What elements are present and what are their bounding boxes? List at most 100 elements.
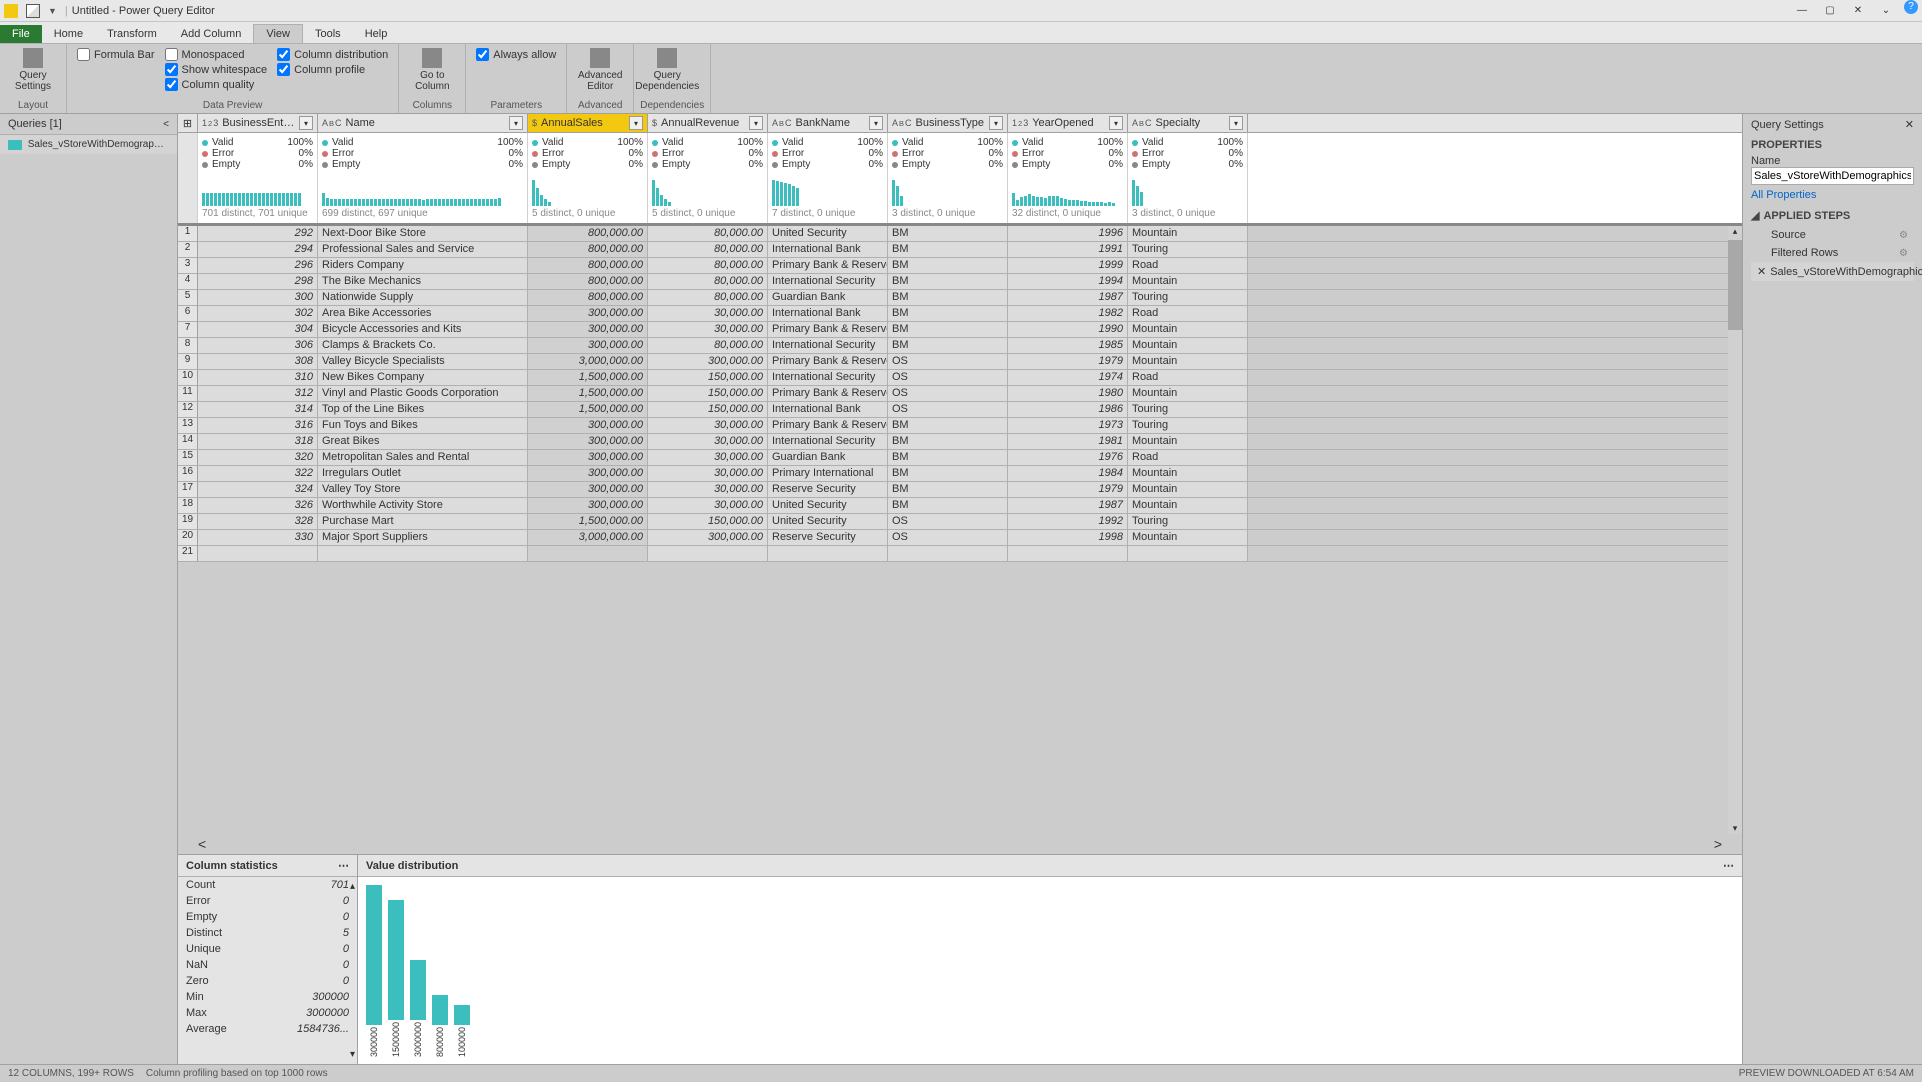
tab-tools[interactable]: Tools (303, 25, 353, 43)
table-row[interactable]: 20330Major Sport Suppliers3,000,000.0030… (178, 530, 1742, 546)
table-row[interactable]: 9308Valley Bicycle Specialists3,000,000.… (178, 354, 1742, 370)
table-row[interactable]: 1292Next-Door Bike Store800,000.0080,000… (178, 226, 1742, 242)
tab-add-column[interactable]: Add Column (169, 25, 254, 43)
filter-dropdown-icon[interactable]: ▾ (989, 116, 1003, 130)
stats-scroll-down[interactable]: ▾ (350, 1049, 355, 1060)
type-icon[interactable]: ABC (1132, 118, 1152, 128)
query-dependencies-button[interactable]: Query Dependencies (640, 46, 694, 94)
table-row[interactable]: 18326Worthwhile Activity Store300,000.00… (178, 498, 1742, 514)
type-icon[interactable]: ABC (322, 118, 342, 128)
tab-view[interactable]: View (253, 24, 303, 43)
query-item[interactable]: Sales_vStoreWithDemographics (0, 135, 177, 154)
table-row[interactable]: 16322Irregulars Outlet300,000.0030,000.0… (178, 466, 1742, 482)
applied-step[interactable]: Source⚙ (1751, 226, 1914, 244)
table-row[interactable]: 8306Clamps & Brackets Co.300,000.0080,00… (178, 338, 1742, 354)
table-row[interactable]: 15320Metropolitan Sales and Rental300,00… (178, 450, 1742, 466)
filter-dropdown-icon[interactable]: ▾ (749, 116, 763, 130)
group-columns: Columns (405, 100, 459, 111)
gear-icon[interactable]: ⚙ (1899, 248, 1908, 259)
close-settings-icon[interactable]: ✕ (1905, 118, 1914, 131)
column-statistics-title: Column statistics (186, 860, 278, 872)
table-corner[interactable]: ⊞ (178, 114, 198, 132)
advanced-editor-button[interactable]: Advanced Editor (573, 46, 627, 94)
data-grid[interactable]: 1292Next-Door Bike Store800,000.0080,000… (178, 226, 1742, 834)
save-icon[interactable] (26, 4, 40, 18)
gear-icon[interactable]: ⚙ (1899, 230, 1908, 241)
filter-dropdown-icon[interactable]: ▾ (1229, 116, 1243, 130)
filter-dropdown-icon[interactable]: ▾ (1109, 116, 1123, 130)
applied-step[interactable]: Filtered Rows⚙ (1751, 244, 1914, 262)
type-icon[interactable]: ABC (772, 118, 792, 128)
check-column-distribution[interactable]: Column distribution (277, 48, 388, 61)
type-icon[interactable]: $ (532, 118, 537, 128)
tab-help[interactable]: Help (353, 25, 400, 43)
group-advanced: Advanced (573, 100, 627, 111)
value-distribution-panel: Value distribution ⋯ 3000001500000300000… (358, 855, 1742, 1064)
check-always-allow[interactable]: Always allow (476, 48, 556, 61)
editor-icon (590, 48, 610, 68)
scroll-right-icon[interactable]: > (1714, 836, 1722, 852)
query-name-input[interactable] (1751, 167, 1914, 185)
tab-home[interactable]: Home (42, 25, 95, 43)
help-icon[interactable]: ? (1904, 0, 1918, 14)
dist-bar: 1500000 (388, 900, 404, 1057)
table-row[interactable]: 13316Fun Toys and Bikes300,000.0030,000.… (178, 418, 1742, 434)
minimize-button[interactable]: — (1788, 0, 1816, 22)
close-button[interactable]: ✕ (1844, 0, 1872, 22)
maximize-button[interactable]: ▢ (1816, 0, 1844, 22)
check-show-whitespace[interactable]: Show whitespace (165, 63, 268, 76)
delete-step-icon[interactable]: ✕ (1757, 265, 1766, 278)
column-header-name[interactable]: ABCName▾ (318, 114, 528, 132)
filter-dropdown-icon[interactable]: ▾ (509, 116, 523, 130)
type-icon[interactable]: 123 (202, 118, 218, 128)
dist-menu-icon[interactable]: ⋯ (1723, 859, 1734, 872)
table-row[interactable]: 5300Nationwide Supply800,000.0080,000.00… (178, 290, 1742, 306)
type-icon[interactable]: 123 (1012, 118, 1028, 128)
horizontal-scroll[interactable]: < > (178, 834, 1742, 854)
column-header-specialty[interactable]: ABCSpecialty▾ (1128, 114, 1248, 132)
all-properties-link[interactable]: All Properties (1751, 189, 1914, 201)
column-header-businessentityid[interactable]: 123BusinessEntityID▾ (198, 114, 318, 132)
check-column-quality[interactable]: Column quality (165, 78, 268, 91)
table-row[interactable]: 21 (178, 546, 1742, 562)
column-header-businesstype[interactable]: ABCBusinessType▾ (888, 114, 1008, 132)
status-profiling[interactable]: Column profiling based on top 1000 rows (146, 1068, 328, 1079)
filter-dropdown-icon[interactable]: ▾ (869, 116, 883, 130)
go-to-column-button[interactable]: Go to Column (405, 46, 459, 94)
check-column-profile[interactable]: Column profile (277, 63, 388, 76)
column-header-annualrevenue[interactable]: $AnnualRevenue▾ (648, 114, 768, 132)
queries-header: Queries [1] < (0, 114, 177, 135)
table-row[interactable]: 6302Area Bike Accessories300,000.0030,00… (178, 306, 1742, 322)
table-row[interactable]: 4298The Bike Mechanics800,000.0080,000.0… (178, 274, 1742, 290)
filter-dropdown-icon[interactable]: ▾ (299, 116, 313, 130)
stat-row: Empty0 (178, 909, 357, 925)
type-icon[interactable]: $ (652, 118, 657, 128)
table-row[interactable]: 19328Purchase Mart1,500,000.00150,000.00… (178, 514, 1742, 530)
chevron-down-icon[interactable]: ⌄ (1872, 0, 1900, 22)
scroll-left-icon[interactable]: < (198, 836, 206, 852)
query-settings-button[interactable]: Query Settings (6, 46, 60, 94)
tab-transform[interactable]: Transform (95, 25, 169, 43)
table-row[interactable]: 10310New Bikes Company1,500,000.00150,00… (178, 370, 1742, 386)
stats-menu-icon[interactable]: ⋯ (338, 859, 349, 872)
type-icon[interactable]: ABC (892, 118, 912, 128)
table-row[interactable]: 17324Valley Toy Store300,000.0030,000.00… (178, 482, 1742, 498)
stats-scroll-up[interactable]: ▴ (350, 881, 355, 892)
column-header-bankname[interactable]: ABCBankName▾ (768, 114, 888, 132)
table-row[interactable]: 2294Professional Sales and Service800,00… (178, 242, 1742, 258)
qat-dropdown[interactable]: ▼ (48, 6, 57, 16)
table-row[interactable]: 14318Great Bikes 300,000.0030,000.00Inte… (178, 434, 1742, 450)
table-row[interactable]: 3296Riders Company800,000.0080,000.00Pri… (178, 258, 1742, 274)
column-header-yearopened[interactable]: 123YearOpened▾ (1008, 114, 1128, 132)
table-row[interactable]: 11312Vinyl and Plastic Goods Corporation… (178, 386, 1742, 402)
vertical-scrollbar[interactable]: ▴▾ (1728, 226, 1742, 834)
table-row[interactable]: 7304Bicycle Accessories and Kits300,000.… (178, 322, 1742, 338)
tab-file[interactable]: File (0, 25, 42, 43)
collapse-queries-icon[interactable]: < (163, 119, 169, 130)
filter-dropdown-icon[interactable]: ▾ (629, 116, 643, 130)
column-header-annualsales[interactable]: $AnnualSales▾ (528, 114, 648, 132)
check-formula-bar[interactable]: Formula Bar (77, 48, 155, 61)
check-monospaced[interactable]: Monospaced (165, 48, 268, 61)
table-row[interactable]: 12314Top of the Line Bikes1,500,000.0015… (178, 402, 1742, 418)
applied-step[interactable]: ✕Sales_vStoreWithDemographics (1751, 262, 1914, 281)
